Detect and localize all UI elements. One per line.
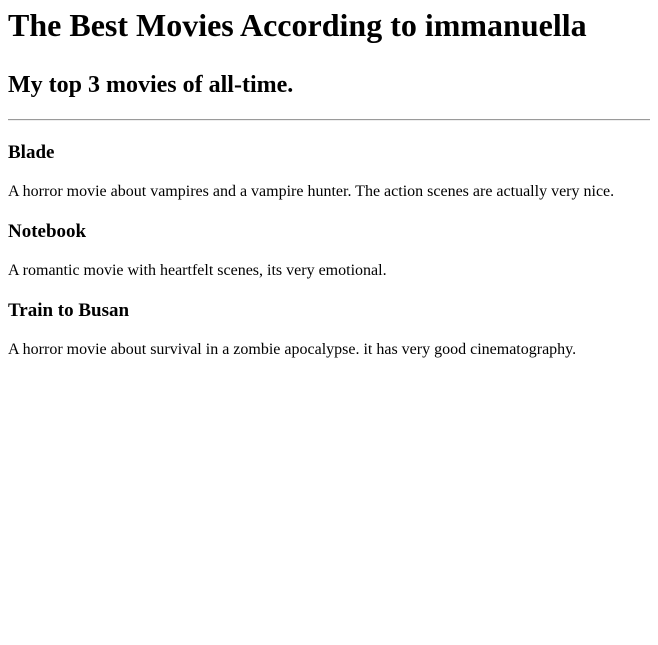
movie-description: A horror movie about survival in a zombi… [8,341,577,358]
movie-entry-train-to-busan: Train to Busan A horror movie about surv… [8,300,650,359]
movie-entry-notebook: Notebook A romantic movie with heartfelt… [8,221,650,280]
movie-entry-blade: Blade A horror movie about vampires and … [8,142,650,201]
movie-title: Blade [8,142,55,163]
movie-description: A romantic movie with heartfelt scenes, … [8,262,387,279]
divider [8,119,650,121]
movie-description: A horror movie about vampires and a vamp… [8,183,615,200]
page-subtitle: My top 3 movies of all-time. [8,72,294,98]
page-title: The Best Movies According to immanuella [8,7,587,43]
movie-list: Blade A horror movie about vampires and … [8,142,650,359]
page: The Best Movies According to immanuella … [0,7,658,359]
movie-title: Notebook [8,221,87,242]
movie-title: Train to Busan [8,300,130,321]
